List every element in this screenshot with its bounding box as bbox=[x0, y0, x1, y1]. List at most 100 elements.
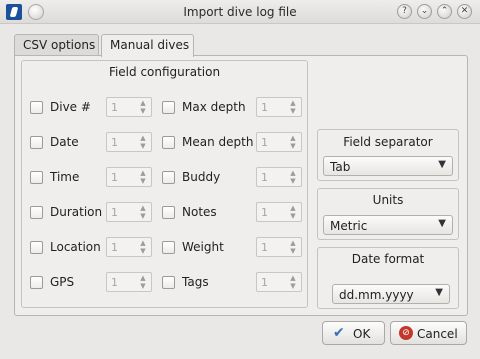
date-format-title: Date format bbox=[351, 252, 425, 266]
dive-number-spinbox[interactable]: 1 ▲ ▼ bbox=[106, 97, 152, 117]
field-label: Max depth bbox=[182, 100, 246, 114]
location-checkbox[interactable] bbox=[30, 241, 43, 254]
spinbox-value: 1 bbox=[111, 276, 118, 289]
tags-checkbox[interactable] bbox=[162, 276, 175, 289]
location-spinbox[interactable]: 1 ▲ ▼ bbox=[106, 237, 152, 257]
notes-spinbox[interactable]: 1 ▲ ▼ bbox=[256, 202, 302, 222]
max-depth-spinbox[interactable]: 1 ▲ ▼ bbox=[256, 97, 302, 117]
field-row-time: Time 1 ▲ ▼ bbox=[30, 167, 160, 187]
maximize-icon[interactable]: ⌃ bbox=[437, 4, 452, 19]
weight-spinbox[interactable]: 1 ▲ ▼ bbox=[256, 237, 302, 257]
spinbox-value: 1 bbox=[261, 101, 268, 114]
units-title: Units bbox=[372, 193, 404, 207]
spinbox-value: 1 bbox=[261, 206, 268, 219]
ok-label: OK bbox=[353, 327, 371, 341]
field-label: Location bbox=[50, 240, 101, 254]
duration-spinbox[interactable]: 1 ▲ ▼ bbox=[106, 202, 152, 222]
date-format-select[interactable]: dd.mm.yyyy ▼ bbox=[332, 284, 450, 304]
select-value: dd.mm.yyyy bbox=[339, 288, 414, 302]
field-row-gps: GPS 1 ▲ ▼ bbox=[30, 272, 160, 292]
field-separator-group: Field separator Tab ▼ bbox=[317, 129, 459, 181]
manual-dives-panel: Field configuration Dive # 1 ▲ ▼ Date 1 ▲… bbox=[14, 55, 468, 316]
spinbox-value: 1 bbox=[111, 171, 118, 184]
help-icon[interactable]: ? bbox=[397, 4, 412, 19]
field-label: Tags bbox=[182, 275, 209, 289]
spin-arrows-icon[interactable]: ▲ ▼ bbox=[288, 99, 298, 115]
field-label: Date bbox=[50, 135, 79, 149]
minimize-icon[interactable]: ⌄ bbox=[417, 4, 432, 19]
cancel-button[interactable]: ⊘ Cancel bbox=[390, 321, 467, 345]
field-configuration-group: Field configuration Dive # 1 ▲ ▼ Date 1 ▲… bbox=[21, 60, 308, 308]
field-row-duration: Duration 1 ▲ ▼ bbox=[30, 202, 160, 222]
cancel-icon: ⊘ bbox=[399, 326, 413, 340]
date-format-group: Date format dd.mm.yyyy ▼ bbox=[317, 247, 459, 309]
duration-checkbox[interactable] bbox=[30, 206, 43, 219]
spin-arrows-icon[interactable]: ▲ ▼ bbox=[138, 274, 148, 290]
time-spinbox[interactable]: 1 ▲ ▼ bbox=[106, 167, 152, 187]
field-row-mean-depth: Mean depth 1 ▲ ▼ bbox=[162, 132, 307, 152]
spin-arrows-icon[interactable]: ▲ ▼ bbox=[138, 134, 148, 150]
date-checkbox[interactable] bbox=[30, 136, 43, 149]
cancel-label: Cancel bbox=[417, 327, 458, 341]
chevron-down-icon: ▼ bbox=[438, 159, 446, 170]
spin-arrows-icon[interactable]: ▲ ▼ bbox=[138, 99, 148, 115]
gps-spinbox[interactable]: 1 ▲ ▼ bbox=[106, 272, 152, 292]
spinbox-value: 1 bbox=[111, 241, 118, 254]
mean-depth-checkbox[interactable] bbox=[162, 136, 175, 149]
spin-arrows-icon[interactable]: ▲ ▼ bbox=[288, 204, 298, 220]
field-separator-title: Field separator bbox=[343, 135, 433, 149]
checkmark-icon: ✔ bbox=[333, 325, 345, 341]
field-label: Notes bbox=[182, 205, 217, 219]
spin-arrows-icon[interactable]: ▲ ▼ bbox=[288, 169, 298, 185]
spin-arrows-icon[interactable]: ▲ ▼ bbox=[138, 204, 148, 220]
gps-checkbox[interactable] bbox=[30, 276, 43, 289]
buddy-checkbox[interactable] bbox=[162, 171, 175, 184]
select-value: Metric bbox=[330, 219, 368, 233]
spin-arrows-icon[interactable]: ▲ ▼ bbox=[288, 239, 298, 255]
field-row-max-depth: Max depth 1 ▲ ▼ bbox=[162, 97, 307, 117]
field-separator-select[interactable]: Tab ▼ bbox=[323, 156, 453, 176]
field-row-location: Location 1 ▲ ▼ bbox=[30, 237, 160, 257]
field-row-dive-number: Dive # 1 ▲ ▼ bbox=[30, 97, 160, 117]
field-label: Duration bbox=[50, 205, 103, 219]
spinbox-value: 1 bbox=[111, 101, 118, 114]
weight-checkbox[interactable] bbox=[162, 241, 175, 254]
close-icon[interactable]: ✕ bbox=[457, 4, 472, 19]
field-row-tags: Tags 1 ▲ ▼ bbox=[162, 272, 307, 292]
units-group: Units Metric ▼ bbox=[317, 188, 459, 240]
field-label: Weight bbox=[182, 240, 224, 254]
dive-number-checkbox[interactable] bbox=[30, 101, 43, 114]
chevron-down-icon: ▼ bbox=[438, 218, 446, 229]
units-select[interactable]: Metric ▼ bbox=[323, 215, 453, 235]
chevron-down-icon: ▼ bbox=[435, 287, 443, 298]
field-label: Mean depth bbox=[182, 135, 254, 149]
spin-arrows-icon[interactable]: ▲ ▼ bbox=[138, 239, 148, 255]
date-spinbox[interactable]: 1 ▲ ▼ bbox=[106, 132, 152, 152]
select-value: Tab bbox=[330, 160, 351, 174]
ok-button[interactable]: ✔ OK bbox=[322, 321, 385, 345]
spin-arrows-icon[interactable]: ▲ ▼ bbox=[138, 169, 148, 185]
field-row-date: Date 1 ▲ ▼ bbox=[30, 132, 160, 152]
field-label: Dive # bbox=[50, 100, 91, 114]
spinbox-value: 1 bbox=[111, 136, 118, 149]
max-depth-checkbox[interactable] bbox=[162, 101, 175, 114]
tab-csv-options[interactable]: CSV options bbox=[14, 34, 99, 56]
spinbox-value: 1 bbox=[261, 241, 268, 254]
time-checkbox[interactable] bbox=[30, 171, 43, 184]
tab-manual-dives[interactable]: Manual dives bbox=[101, 34, 194, 57]
field-label: Buddy bbox=[182, 170, 221, 184]
spinbox-value: 1 bbox=[111, 206, 118, 219]
spinbox-value: 1 bbox=[261, 136, 268, 149]
buddy-spinbox[interactable]: 1 ▲ ▼ bbox=[256, 167, 302, 187]
field-row-buddy: Buddy 1 ▲ ▼ bbox=[162, 167, 307, 187]
mean-depth-spinbox[interactable]: 1 ▲ ▼ bbox=[256, 132, 302, 152]
field-label: Time bbox=[50, 170, 80, 184]
spinbox-value: 1 bbox=[261, 171, 268, 184]
title-bar[interactable]: Import dive log file ? ⌄ ⌃ ✕ bbox=[0, 0, 480, 24]
spin-arrows-icon[interactable]: ▲ ▼ bbox=[288, 134, 298, 150]
spinbox-value: 1 bbox=[261, 276, 268, 289]
spin-arrows-icon[interactable]: ▲ ▼ bbox=[288, 274, 298, 290]
tags-spinbox[interactable]: 1 ▲ ▼ bbox=[256, 272, 302, 292]
notes-checkbox[interactable] bbox=[162, 206, 175, 219]
field-row-notes: Notes 1 ▲ ▼ bbox=[162, 202, 307, 222]
